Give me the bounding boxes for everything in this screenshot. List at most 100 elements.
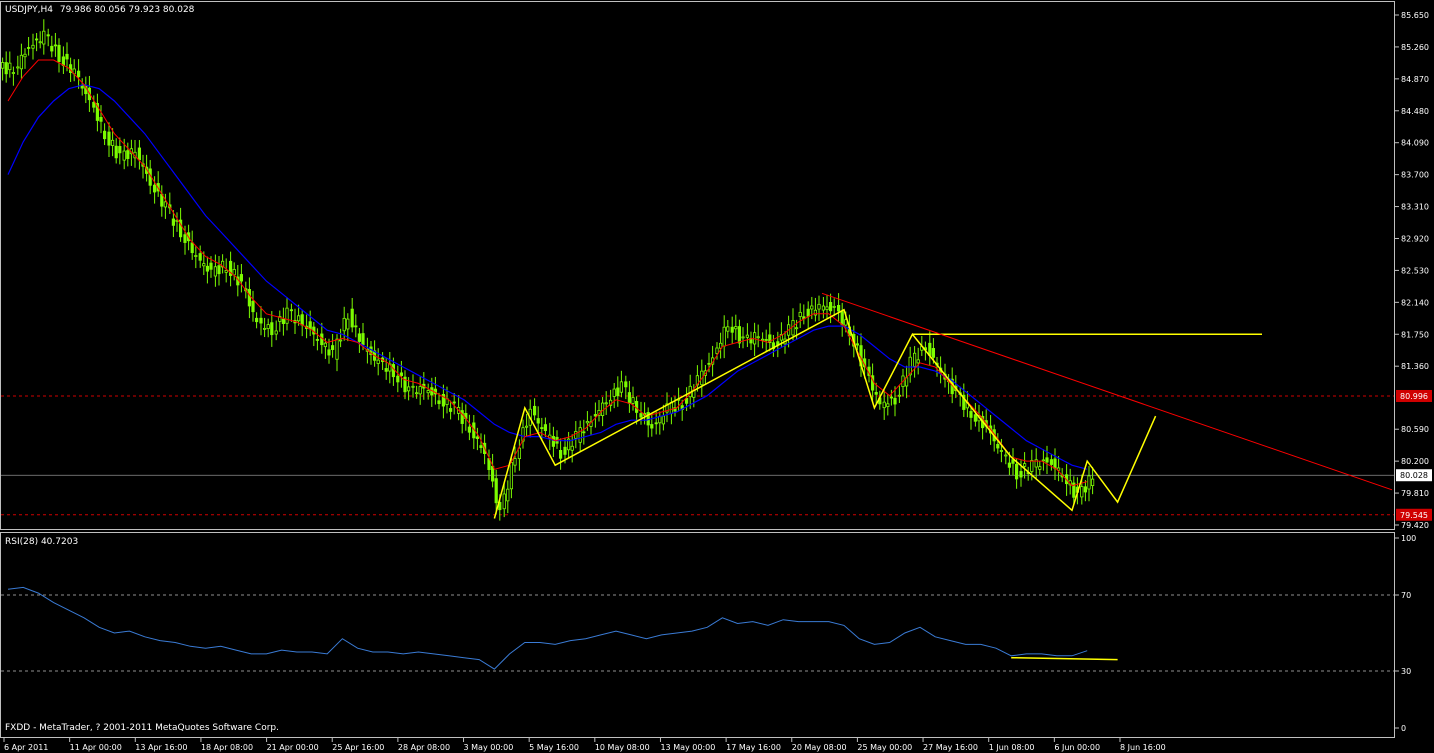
candle-body [996,443,1000,449]
candle-body [396,375,400,383]
candle-body [715,347,719,354]
price-tick-label: 82.140 [1401,298,1429,307]
x-tick-label: 3 May 00:00 [464,743,514,752]
candle-body [251,300,255,313]
candle-body [11,72,15,74]
candle-body [570,445,574,451]
candle-body [194,255,198,257]
candle-body [475,436,480,439]
candle-body [437,400,441,404]
price-tick-label: 81.750 [1401,330,1429,339]
candle-body [296,315,301,322]
candle-body [1004,454,1008,457]
x-tick-label: 5 May 16:00 [529,743,579,752]
rsi-lines [7,586,1118,670]
candle-body [323,342,328,348]
price-tick-label: 84.480 [1401,107,1429,116]
x-tick-label: 6 Apr 2011 [4,743,48,752]
candle-body [593,414,598,417]
symbol-label: USDJPY,H4 [5,5,53,15]
x-tick-label: 13 Apr 16:00 [135,743,187,752]
candle-body [627,392,632,404]
candle-body [65,53,69,60]
candle-body [882,401,886,409]
x-tick-label: 25 May 00:00 [857,743,912,752]
candle-body [232,269,236,276]
candle-body [973,414,978,422]
candle-body [0,62,5,69]
candle-body [361,333,365,346]
candle-body [604,402,608,405]
candle-body [832,305,836,308]
lower-level-tag: 79.545 [1400,511,1428,520]
candle-body [376,359,380,364]
candle-body [582,431,586,434]
x-tick-label: 11 Apr 00:00 [70,743,122,752]
candle-body [931,348,936,358]
candle-body [517,447,522,460]
ohlc-label: 79.986 80.056 79.923 80.028 [60,5,195,15]
ma-fast [7,59,1088,487]
x-tick-label: 10 May 08:00 [595,743,650,752]
candle-body [741,336,745,339]
price-tick-label: 80.200 [1401,457,1429,466]
candle-body [756,336,760,339]
pattern-line [493,308,1157,519]
rsi-tick-label: 0 [1401,724,1406,733]
candle-body [209,262,213,270]
candle-body [661,415,666,425]
candle-body [35,38,39,41]
candle-body [399,372,404,377]
candle-body [448,408,453,412]
candle-body [411,385,415,388]
candle-body [631,397,635,404]
upper-level-tag: 80.996 [1400,392,1428,401]
candle-body [855,343,860,346]
candle-body [1091,478,1095,486]
x-tick-label: 20 May 08:00 [792,743,847,752]
candle-body [509,462,514,490]
candle-body [46,34,50,37]
candle-body [152,184,157,193]
price-tick-label: 81.360 [1401,362,1429,371]
candle-body [734,326,738,330]
candle-body [338,339,343,342]
candle-body [281,318,286,325]
candle-body [574,431,578,439]
candle-body [126,150,130,159]
candle-body [50,45,54,52]
x-tick-label: 8 Jun 16:00 [1120,743,1166,752]
candle-body [837,304,841,312]
candle-body [585,421,590,424]
candle-body [1019,471,1023,478]
candle-body [190,242,194,254]
rsi-title: RSI(28) 40.7203 [5,537,78,547]
candle-body [1007,462,1012,468]
candle-body [114,145,118,159]
candle-body [791,320,795,336]
candle-body [479,445,483,448]
candle-body [16,66,20,69]
candle-body [350,308,354,328]
candle-body [224,269,228,273]
candle-body [308,321,312,330]
rsi-line [7,586,1088,670]
candle-body [619,381,624,393]
candle-body [821,305,826,311]
candle-body [506,488,510,502]
rsi-tick-label: 30 [1401,667,1411,676]
ma-slow [7,83,1088,470]
candle-body [639,413,643,418]
rsi-support-line [1011,656,1118,661]
candle-body [8,62,12,71]
candle-body [247,289,251,307]
ma-slow-line [7,83,1088,470]
candle-body [761,338,765,341]
candle-body [205,265,209,272]
price-tick-label: 85.260 [1401,43,1429,52]
price-tick-label: 79.810 [1401,489,1429,498]
candle-body [490,465,495,482]
candle-body [1080,486,1084,498]
price-tick-label: 82.920 [1401,234,1429,243]
ma-fast-line [7,59,1088,487]
